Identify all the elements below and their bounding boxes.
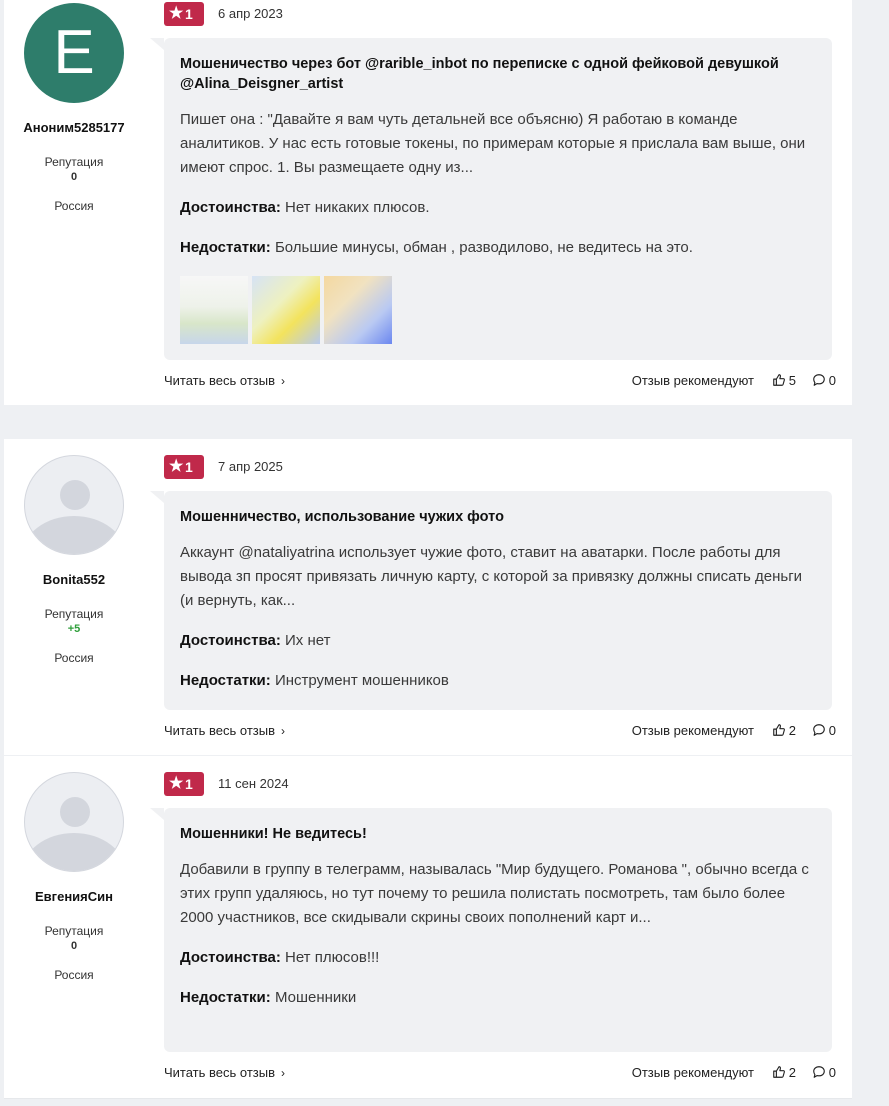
chevron-right-icon: ›: [281, 724, 286, 738]
like-button[interactable]: 2: [772, 1063, 796, 1083]
recommend-label: Отзыв рекомендуют: [631, 1065, 754, 1080]
like-button[interactable]: 2: [772, 721, 796, 741]
thumbs-up-icon: [772, 374, 785, 386]
pros-label: Достоинства:: [180, 632, 281, 649]
username[interactable]: Bonita552: [0, 572, 148, 587]
username[interactable]: ЕвгенияСин: [0, 889, 148, 904]
review-footer: Читать весь отзыв › Отзыв рекомендуют 5 0: [164, 371, 836, 391]
review-pros: Достоинства: Их нет: [180, 629, 816, 653]
pros-text: Нет никаких плюсов.: [285, 199, 430, 216]
review-body[interactable]: Мошенничество, использование чужих фото …: [150, 491, 832, 710]
cons-label: Недостатки:: [180, 989, 271, 1006]
cons-label: Недостатки:: [180, 672, 271, 689]
pros-text: Нет плюсов!!!: [285, 949, 380, 966]
author-block: Bonita552 Репутация +5 Россия: [0, 455, 148, 665]
review-date: 7 апр 2025: [218, 459, 283, 474]
cons-text: Большие минусы, обман , разводилово, не …: [274, 239, 693, 256]
cons-text: Мошенники: [274, 989, 357, 1006]
review-title[interactable]: Мошенники! Не ведитесь!: [180, 824, 816, 844]
comments-count: 0: [828, 373, 836, 388]
reputation-label: Репутация: [44, 155, 104, 169]
rating-value: 1: [185, 6, 193, 22]
comments-button[interactable]: 0: [812, 1063, 836, 1083]
review-date: 6 апр 2023: [218, 6, 283, 21]
photo-thumbnail[interactable]: [252, 276, 320, 344]
reputation-value: 0: [70, 940, 78, 952]
rating-badge: ★ 1: [164, 772, 204, 796]
thumbs-up-icon: [772, 724, 785, 736]
comments-count: 0: [828, 1065, 836, 1080]
read-more-link[interactable]: Читать весь отзыв ›: [164, 1063, 285, 1083]
review-cons: Недостатки: Инструмент мошенников: [180, 669, 816, 693]
cons-label: Недостатки:: [180, 239, 271, 256]
star-icon: ★: [169, 458, 184, 475]
recommend-label: Отзыв рекомендуют: [631, 723, 754, 738]
likes-count: 2: [788, 723, 796, 738]
reputation-label: Репутация: [44, 924, 104, 938]
pros-label: Достоинства:: [180, 949, 281, 966]
likes-count: 5: [788, 373, 796, 388]
username[interactable]: Аноним5285177: [0, 120, 148, 135]
rating-value: 1: [185, 776, 193, 792]
comment-icon: [812, 1066, 825, 1078]
avatar[interactable]: [24, 455, 124, 555]
review-title[interactable]: Мошеничество через бот @rarible_inbot по…: [180, 54, 816, 94]
comment-icon: [812, 374, 825, 386]
review-text: Аккаунт @nataliyatrina использует чужие …: [180, 544, 803, 609]
pros-label: Достоинства:: [180, 199, 281, 216]
review-body[interactable]: Мошенники! Не ведитесь! Добавили в групп…: [150, 808, 832, 1052]
photo-thumbnails: [180, 276, 816, 344]
read-more-label: Читать весь отзыв: [164, 1065, 276, 1080]
review-cons: Недостатки: Мошенники: [180, 986, 816, 1010]
pros-text: Их нет: [285, 632, 331, 649]
star-icon: ★: [169, 775, 184, 792]
read-more-label: Читать весь отзыв: [164, 723, 276, 738]
review-text: Добавили в группу в телеграмм, называлас…: [180, 861, 809, 926]
review-footer: Читать весь отзыв › Отзыв рекомендуют 2 0: [164, 721, 836, 741]
comments-button[interactable]: 0: [812, 371, 836, 391]
like-button[interactable]: 5: [772, 371, 796, 391]
comment-icon: [812, 724, 825, 736]
photo-thumbnail[interactable]: [324, 276, 392, 344]
comments-button[interactable]: 0: [812, 721, 836, 741]
star-icon: ★: [169, 5, 184, 22]
avatar[interactable]: E: [24, 3, 124, 103]
divider: [4, 1098, 852, 1099]
country: Россия: [54, 651, 94, 665]
review-body[interactable]: Мошеничество через бот @rarible_inbot по…: [150, 38, 832, 360]
review-pros: Достоинства: Нет никаких плюсов.: [180, 196, 816, 220]
photo-thumbnail[interactable]: [180, 276, 248, 344]
author-block: E Аноним5285177 Репутация 0 Россия: [0, 3, 148, 213]
recommend-label: Отзыв рекомендуют: [631, 373, 754, 388]
avatar[interactable]: [24, 772, 124, 872]
thumbs-up-icon: [772, 1066, 785, 1078]
rating-value: 1: [185, 459, 193, 475]
chevron-right-icon: ›: [281, 374, 286, 388]
comments-count: 0: [828, 723, 836, 738]
review-date: 11 сен 2024: [218, 776, 289, 791]
reputation-value: 0: [70, 171, 78, 183]
review-text: Пишет она : "Давайте я вам чуть детальне…: [180, 111, 806, 176]
review-cons: Недостатки: Большие минусы, обман , разв…: [180, 236, 816, 260]
chevron-right-icon: ›: [281, 1066, 286, 1080]
read-more-label: Читать весь отзыв: [164, 373, 276, 388]
author-block: ЕвгенияСин Репутация 0 Россия: [0, 772, 148, 982]
reputation-value: +5: [67, 623, 81, 635]
review-title[interactable]: Мошенничество, использование чужих фото: [180, 507, 816, 527]
read-more-link[interactable]: Читать весь отзыв ›: [164, 721, 285, 741]
rating-badge: ★ 1: [164, 2, 204, 26]
rating-badge: ★ 1: [164, 455, 204, 479]
likes-count: 2: [788, 1065, 796, 1080]
country: Россия: [54, 968, 94, 982]
review-footer: Читать весь отзыв › Отзыв рекомендуют 2 0: [164, 1063, 836, 1083]
review-pros: Достоинства: Нет плюсов!!!: [180, 946, 816, 970]
country: Россия: [54, 199, 94, 213]
read-more-link[interactable]: Читать весь отзыв ›: [164, 371, 285, 391]
reputation-label: Репутация: [44, 607, 104, 621]
cons-text: Инструмент мошенников: [274, 672, 449, 689]
